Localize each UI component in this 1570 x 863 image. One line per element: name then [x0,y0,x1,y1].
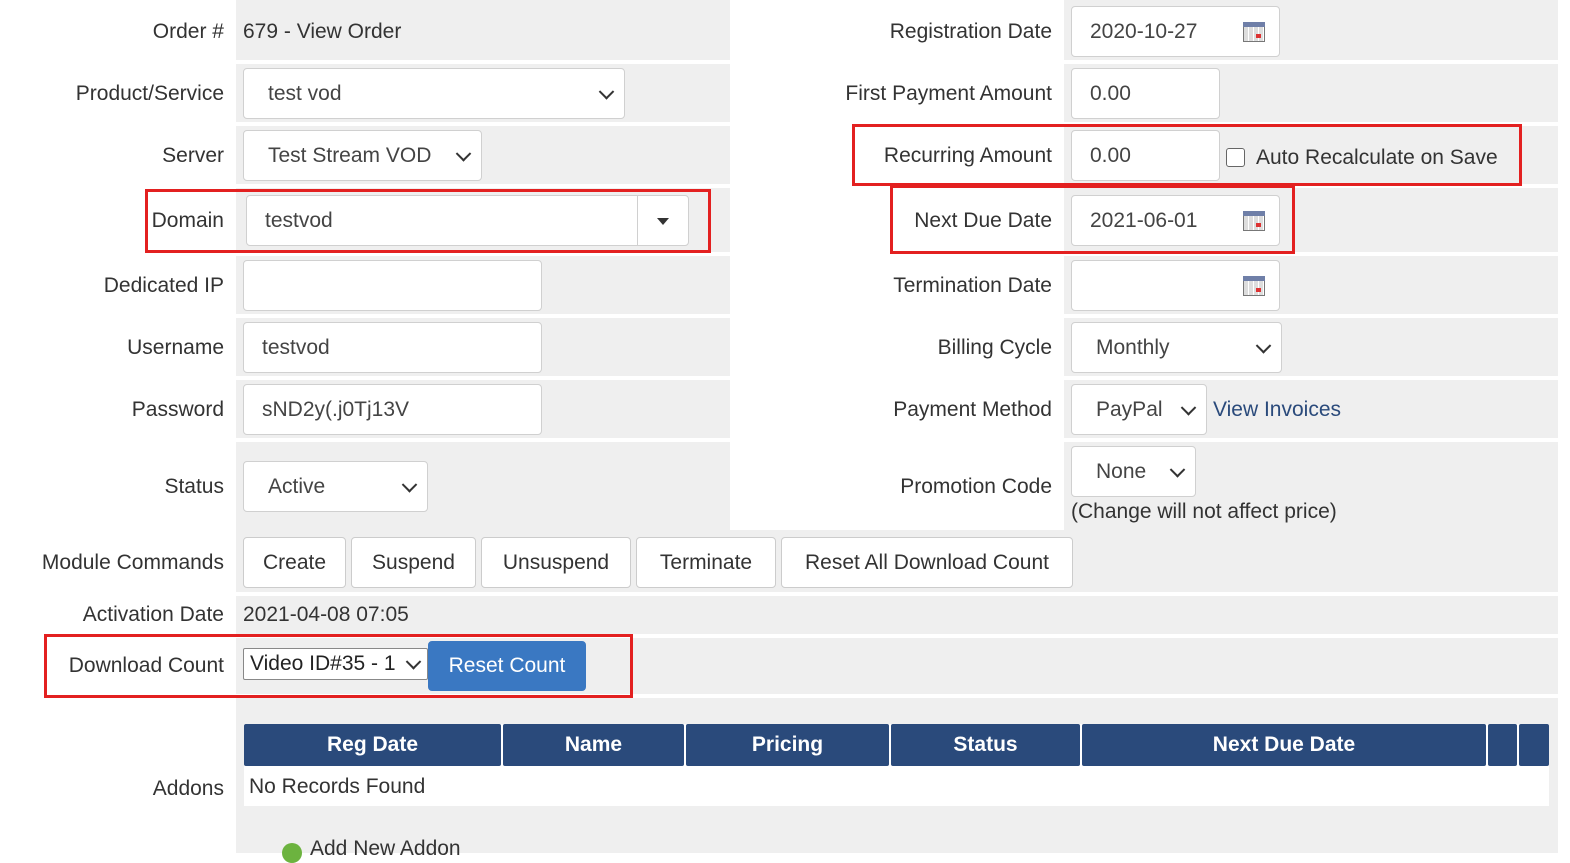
promotion-code-select[interactable]: None [1071,446,1196,497]
chevron-down-icon [401,476,418,493]
promotion-code-value: None [1096,459,1147,483]
password-label: Password [131,398,224,421]
chevron-down-icon [598,83,615,100]
payment-method-select[interactable]: PayPal [1071,384,1207,435]
status-label: Status [164,475,224,498]
addons-col-name[interactable]: Name [503,724,684,766]
highlight-download-count [44,634,633,698]
addons-col-pricing[interactable]: Pricing [686,724,889,766]
addons-col-next-due-date[interactable]: Next Due Date [1082,724,1486,766]
addons-col-status[interactable]: Status [891,724,1080,766]
server-select-value: Test Stream VOD [268,143,432,167]
order-value: 679 - View Order [243,20,402,43]
order-label: Order # [152,20,224,43]
chevron-down-icon [455,145,472,162]
highlight-domain [145,189,711,253]
addons-col-reg-date[interactable]: Reg Date [244,724,501,766]
calendar-icon[interactable] [1243,21,1265,42]
chevron-down-icon [1180,399,1197,416]
highlight-recurring-amount [852,124,1522,186]
product-label: Product/Service [75,82,224,105]
billing-cycle-value: Monthly [1096,335,1170,359]
username-value: testvod [262,335,330,359]
activation-date-label: Activation Date [82,603,224,626]
product-select[interactable]: test vod [243,68,625,119]
addons-label: Addons [152,777,224,800]
username-input[interactable]: testvod [243,322,542,373]
column-gap [730,0,1064,530]
promotion-note: (Change will not affect price) [1071,500,1337,523]
status-select-value: Active [268,474,326,498]
first-payment-label: First Payment Amount [845,82,1052,105]
dedicated-ip-label: Dedicated IP [103,274,224,297]
first-payment-value: 0.00 [1090,81,1131,105]
unsuspend-button[interactable]: Unsuspend [481,537,631,588]
password-input[interactable]: sND2y(.j0Tj13V [243,384,542,435]
add-new-addon-link[interactable]: Add New Addon [310,836,461,862]
module-commands-label: Module Commands [41,551,224,574]
addons-empty-message: No Records Found [249,775,426,798]
chevron-down-icon [1169,461,1186,478]
server-select[interactable]: Test Stream VOD [243,130,482,181]
billing-cycle-label: Billing Cycle [937,336,1052,359]
registration-date-value: 2020-10-27 [1090,19,1198,43]
payment-method-value: PayPal [1096,397,1163,421]
addons-col-blank-2 [1519,724,1549,766]
billing-cycle-select[interactable]: Monthly [1071,322,1282,373]
termination-date-input[interactable] [1071,260,1280,311]
highlight-next-due-date [890,185,1295,254]
create-button[interactable]: Create [243,537,346,588]
add-icon[interactable] [282,843,302,863]
product-select-value: test vod [268,81,342,105]
row-separator [236,592,1558,596]
registration-date-label: Registration Date [889,20,1052,43]
addons-col-blank-1 [1488,724,1517,766]
first-payment-input[interactable]: 0.00 [1071,68,1220,119]
promotion-code-label: Promotion Code [900,475,1052,498]
suspend-button[interactable]: Suspend [351,537,476,588]
reset-all-download-count-button[interactable]: Reset All Download Count [781,537,1073,588]
view-invoices-link[interactable]: View Invoices [1213,397,1341,423]
calendar-icon[interactable] [1243,275,1265,296]
server-label: Server [162,144,224,167]
registration-date-input[interactable]: 2020-10-27 [1071,6,1280,57]
payment-method-label: Payment Method [893,398,1052,421]
dedicated-ip-input[interactable] [243,260,542,311]
password-value: sND2y(.j0Tj13V [262,397,410,421]
activation-date-value: 2021-04-08 07:05 [243,603,409,626]
chevron-down-icon [1255,337,1272,354]
username-label: Username [127,336,224,359]
terminate-button[interactable]: Terminate [636,537,776,588]
termination-date-label: Termination Date [893,274,1052,297]
status-select[interactable]: Active [243,461,428,512]
